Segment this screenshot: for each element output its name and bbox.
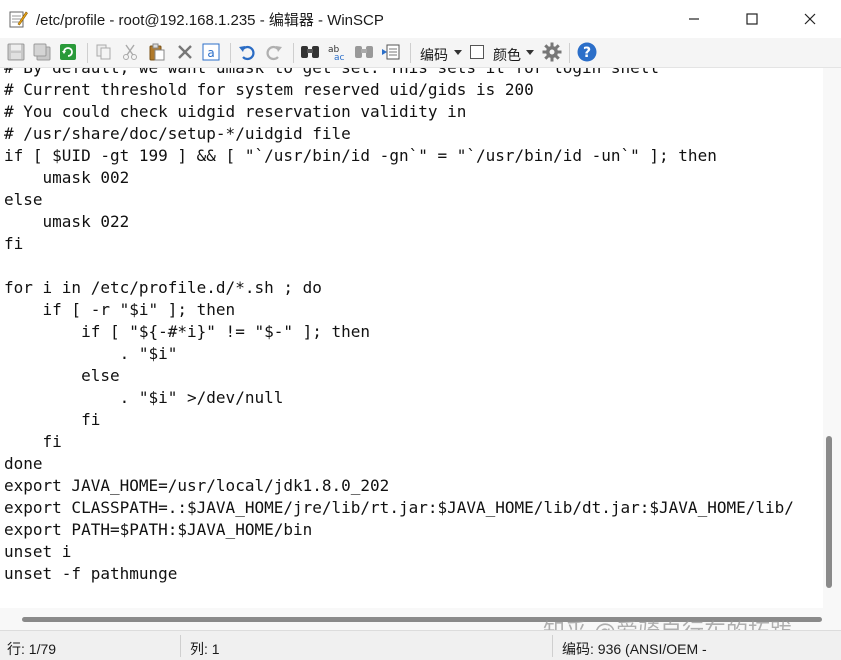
editor-toolbar: a ab ac 编码 颜色 ? (0, 38, 841, 68)
help-icon: ? (577, 42, 597, 62)
code-line[interactable]: . "$i" (4, 343, 794, 365)
settings-button[interactable] (541, 41, 563, 63)
reload-button[interactable] (57, 41, 79, 63)
delete-button[interactable] (174, 41, 196, 63)
gear-icon (542, 42, 562, 62)
code-line[interactable]: if [ -r "$i" ]; then (4, 299, 794, 321)
goto-line-icon (382, 44, 400, 60)
code-line[interactable]: export PATH=$PATH:$JAVA_HOME/bin (4, 519, 794, 541)
code-line[interactable]: # You could check uidgid reservation val… (4, 101, 794, 123)
redo-button[interactable] (263, 41, 285, 63)
code-line[interactable]: unset -f pathmunge (4, 563, 794, 585)
code-line[interactable] (4, 255, 794, 277)
close-icon (804, 13, 816, 25)
close-button[interactable] (781, 0, 839, 38)
redo-icon (266, 45, 282, 61)
text-editor[interactable]: # By default, we want umask to get set. … (0, 68, 823, 608)
cut-icon (123, 44, 137, 60)
replace-icon: abac (328, 45, 345, 61)
status-column: 列: 1 (190, 641, 220, 657)
window-title: /etc/profile - root@192.168.1.235 - 编辑器 … (36, 12, 384, 29)
color-menu[interactable]: 颜色 (493, 45, 521, 65)
select-all-button[interactable]: a (200, 41, 222, 63)
delete-icon (178, 45, 192, 59)
paste-button[interactable] (146, 41, 168, 63)
minimize-icon (689, 18, 699, 20)
goto-line-button[interactable] (380, 41, 402, 63)
help-button[interactable]: ? (576, 41, 598, 63)
title-bar: /etc/profile - root@192.168.1.235 - 编辑器 … (0, 0, 841, 38)
code-line[interactable]: for i in /etc/profile.d/*.sh ; do (4, 277, 794, 299)
code-line[interactable]: umask 022 (4, 211, 794, 233)
code-line[interactable]: # /usr/share/doc/setup-*/uidgid file (4, 123, 794, 145)
save-button[interactable] (5, 41, 27, 63)
code-line[interactable]: # Current threshold for system reserved … (4, 79, 794, 101)
svg-text:a: a (207, 46, 214, 60)
undo-button[interactable] (236, 41, 258, 63)
status-encoding: 编码: 936 (ANSI/OEM - (562, 641, 707, 657)
reload-icon (60, 44, 76, 60)
undo-icon (239, 45, 255, 61)
color-checkbox[interactable] (470, 45, 484, 59)
chevron-down-icon (526, 50, 534, 55)
code-line[interactable]: fi (4, 233, 794, 255)
code-line[interactable]: else (4, 189, 794, 211)
svg-text:ac: ac (334, 53, 345, 61)
scrollbar-corner (823, 608, 841, 630)
maximize-button[interactable] (723, 0, 781, 38)
code-line[interactable]: done (4, 453, 794, 475)
find-icon (301, 46, 319, 58)
code-line[interactable]: unset i (4, 541, 794, 563)
code-line[interactable]: fi (4, 409, 794, 431)
save-icon (7, 43, 25, 61)
select-all-icon: a (202, 43, 220, 61)
save-all-icon (33, 43, 51, 61)
code-line[interactable]: else (4, 365, 794, 387)
code-line[interactable]: export JAVA_HOME=/usr/local/jdk1.8.0_202 (4, 475, 794, 497)
find-next-button[interactable] (353, 41, 375, 63)
maximize-icon (746, 13, 758, 25)
code-line[interactable]: if [ "${-#*i}" != "$-" ]; then (4, 321, 794, 343)
code-line[interactable]: fi (4, 431, 794, 453)
chevron-down-icon (454, 50, 462, 55)
save-all-button[interactable] (31, 41, 53, 63)
code-line[interactable]: . "$i" >/dev/null (4, 387, 794, 409)
minimize-button[interactable] (665, 0, 723, 38)
encoding-menu[interactable]: 编码 (420, 45, 448, 65)
svg-text:?: ? (583, 45, 591, 61)
code-line[interactable]: # By default, we want umask to get set. … (4, 68, 794, 79)
status-bar: 行: 1/79 列: 1 编码: 936 (ANSI/OEM - (0, 630, 841, 660)
vertical-scroll-thumb[interactable] (826, 436, 832, 588)
find-next-icon (355, 46, 373, 58)
find-button[interactable] (299, 41, 321, 63)
notepad-icon (8, 9, 28, 29)
code-line[interactable]: umask 002 (4, 167, 794, 189)
cut-button[interactable] (119, 41, 141, 63)
paste-icon (149, 43, 165, 61)
editor-content[interactable]: # By default, we want umask to get set. … (4, 68, 794, 585)
code-line[interactable]: export CLASSPATH=.:$JAVA_HOME/jre/lib/rt… (4, 497, 794, 519)
copy-icon (96, 44, 111, 60)
status-line: 行: 1/79 (7, 641, 57, 657)
code-line[interactable]: if [ $UID -gt 199 ] && [ "`/usr/bin/id -… (4, 145, 794, 167)
copy-button[interactable] (93, 41, 115, 63)
replace-button[interactable]: ab ac (326, 41, 348, 63)
